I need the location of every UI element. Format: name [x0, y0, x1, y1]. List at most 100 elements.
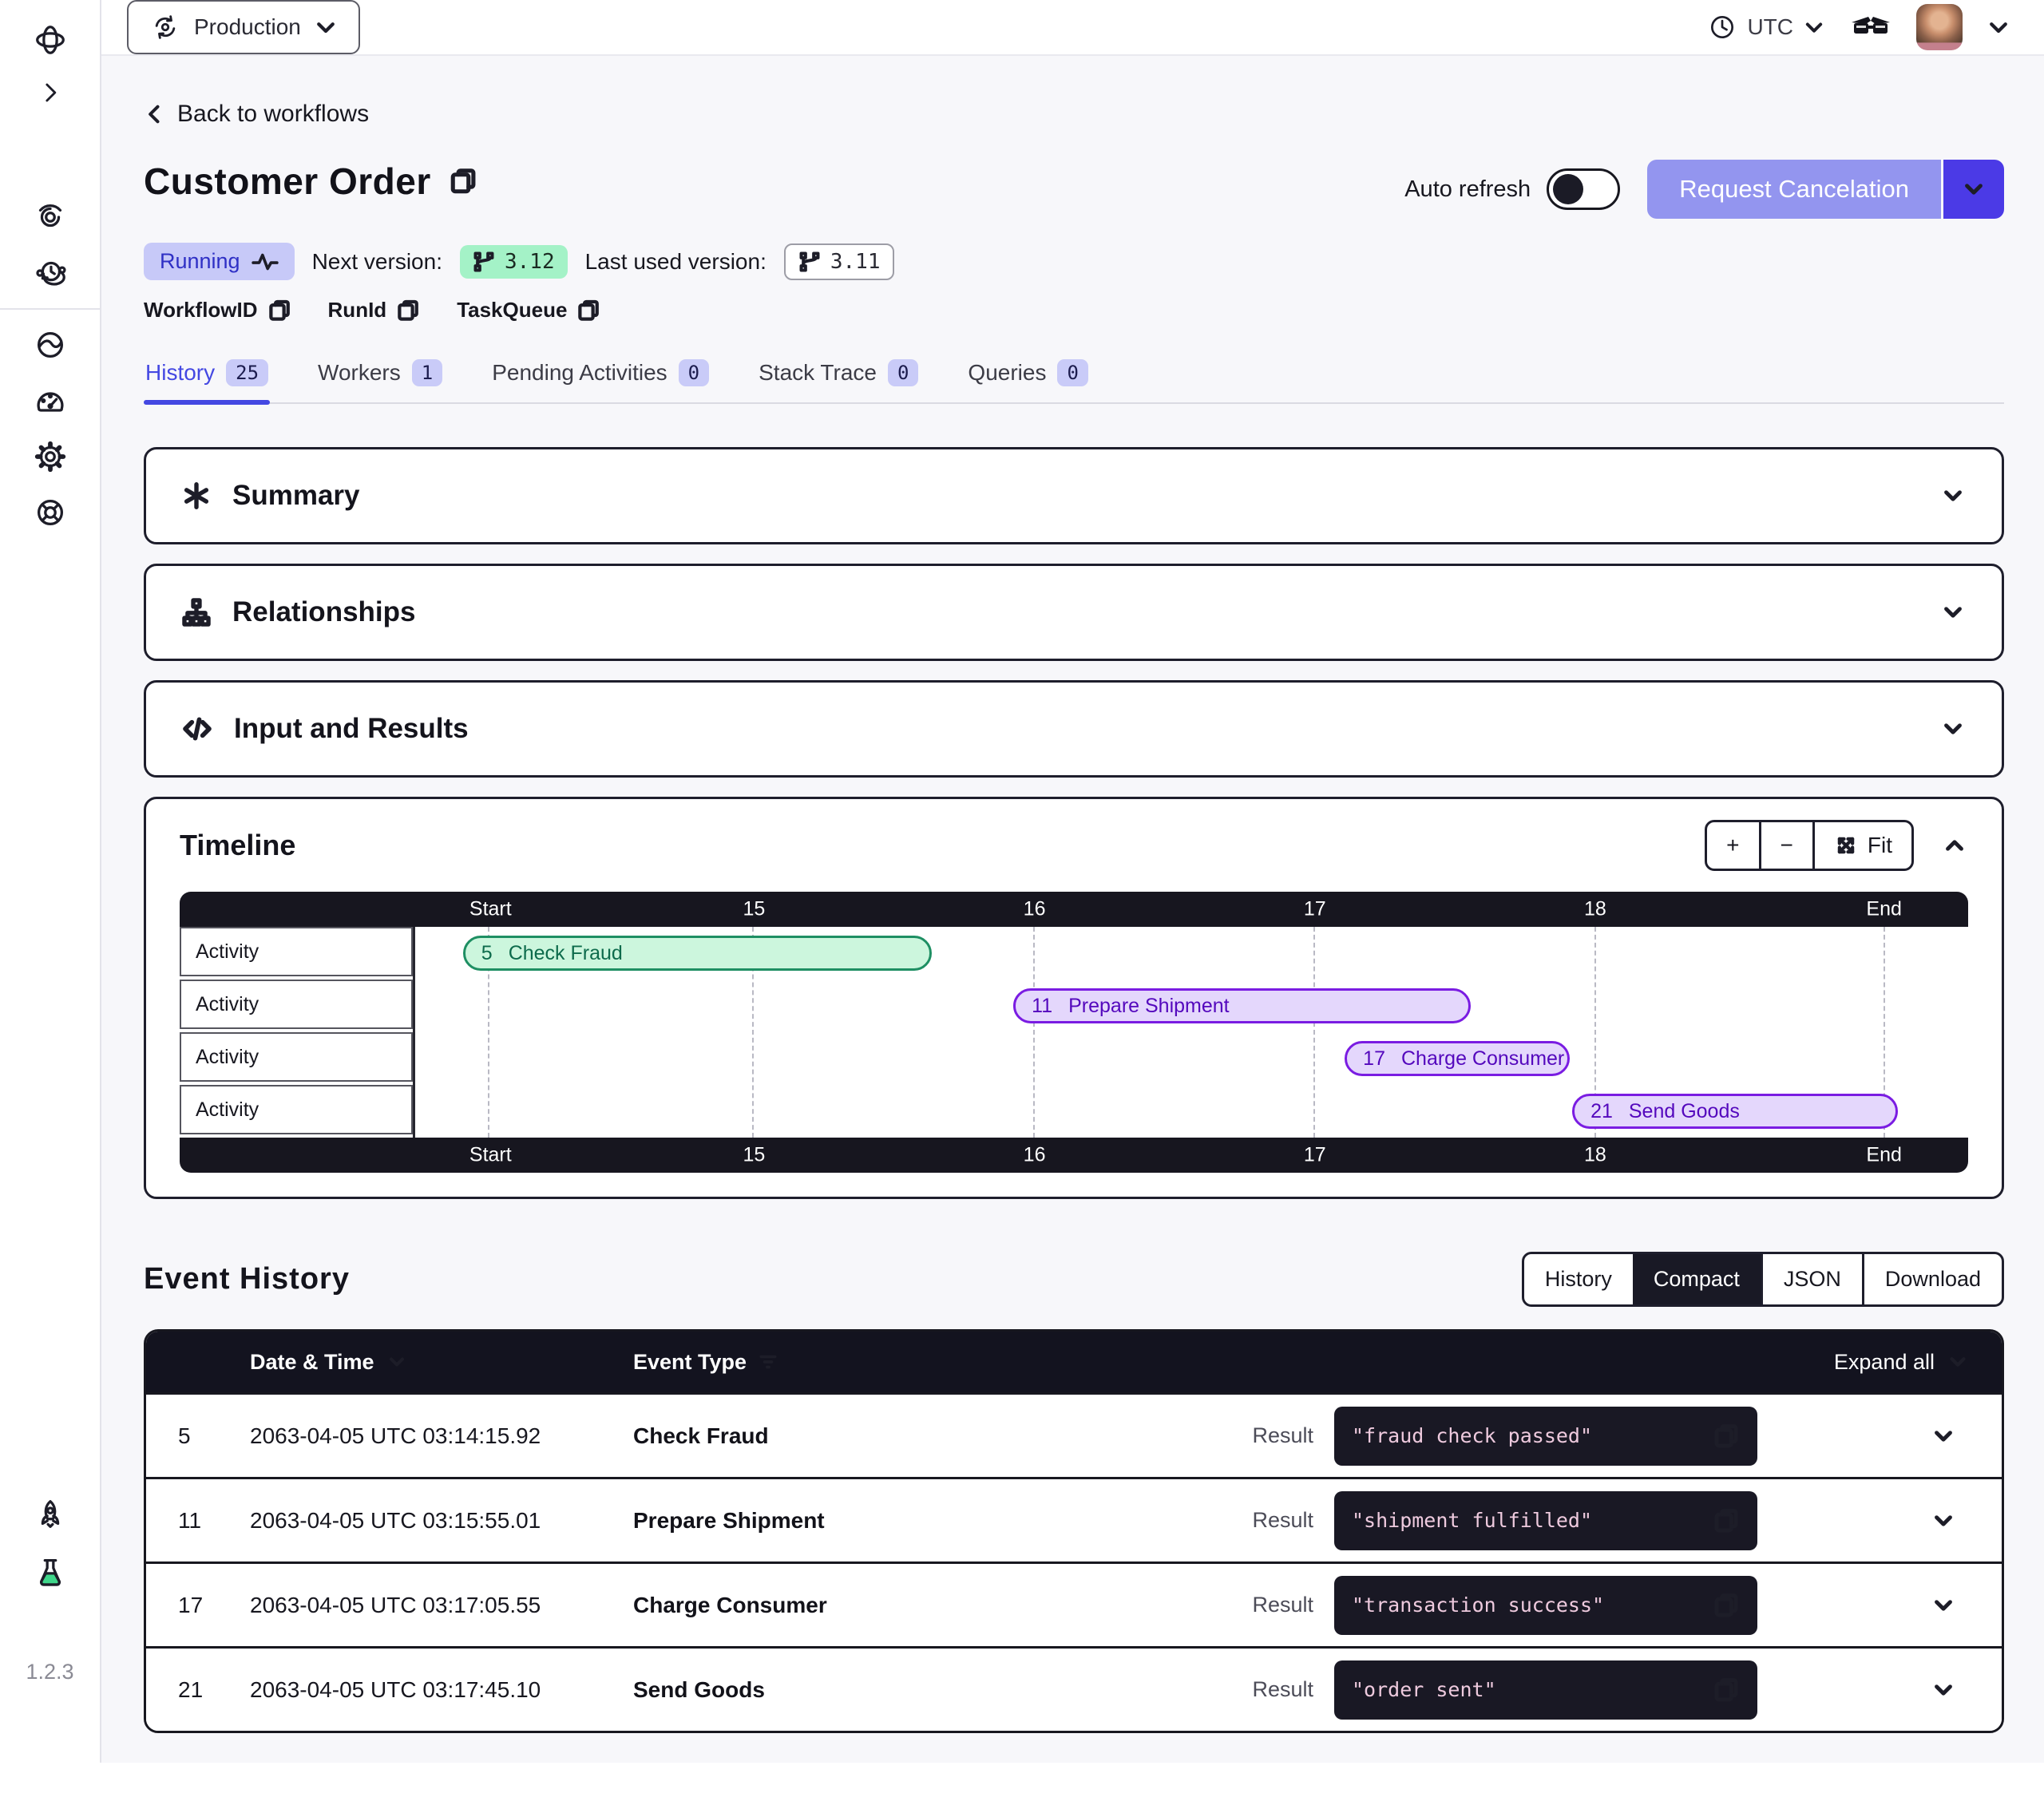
- sidebar: 1.2.3: [0, 0, 101, 1763]
- user-menu-chevron-icon[interactable]: [1987, 15, 2010, 39]
- view-option-json[interactable]: JSON: [1761, 1254, 1862, 1304]
- copy-icon[interactable]: [576, 299, 600, 323]
- panel-summary[interactable]: Summary: [144, 447, 2004, 544]
- request-cancelation-button[interactable]: Request Cancelation: [1647, 160, 1941, 219]
- copy-result-icon[interactable]: [1713, 1676, 1740, 1704]
- sidebar-item-support[interactable]: [31, 493, 69, 532]
- feedback-glasses-icon[interactable]: [1849, 11, 1892, 43]
- tab-workers[interactable]: Workers 1: [316, 356, 444, 402]
- cancelation-menu-button[interactable]: [1943, 160, 2004, 219]
- event-type: Charge Consumer: [633, 1593, 1252, 1618]
- event-result-pill: "transaction success": [1334, 1576, 1757, 1635]
- panel-title: Relationships: [232, 596, 415, 628]
- chevron-down-icon: [1930, 1507, 1957, 1534]
- labs-flask-icon[interactable]: [31, 1553, 69, 1591]
- sidebar-item-workflows[interactable]: [31, 198, 69, 236]
- chevron-down-icon: [314, 15, 338, 39]
- chevron-down-icon[interactable]: [1939, 482, 1967, 509]
- expand-row-button[interactable]: [1757, 1423, 1970, 1450]
- fit-button[interactable]: Fit: [1812, 822, 1911, 869]
- sidebar-item-usage[interactable]: [31, 382, 69, 420]
- date-time-header-label: Date & Time: [250, 1350, 374, 1375]
- event-result-pill: "shipment fulfilled": [1334, 1491, 1757, 1550]
- expand-row-button[interactable]: [1757, 1592, 1970, 1619]
- view-option-download[interactable]: Download: [1862, 1254, 2002, 1304]
- gantt-bar-check-fraud[interactable]: 5Check Fraud: [463, 936, 932, 971]
- whats-new-rocket-icon[interactable]: [31, 1495, 69, 1534]
- tab-label: History: [145, 360, 215, 386]
- timeline-axis-tick: End: [1866, 1144, 1901, 1167]
- panel-icon: [181, 481, 212, 511]
- gantt-bar-label: Charge Consumer: [1401, 1047, 1564, 1071]
- back-to-workflows-link[interactable]: Back to workflows: [144, 101, 369, 128]
- gantt-gridline: [1313, 927, 1315, 1138]
- timeline-axis-tick: 17: [1304, 898, 1326, 921]
- copy-result-icon[interactable]: [1713, 1423, 1740, 1450]
- zoom-out-button[interactable]: −: [1759, 822, 1812, 869]
- expand-sidebar-icon[interactable]: [31, 73, 69, 112]
- expand-all-button[interactable]: Expand all: [1834, 1350, 1970, 1375]
- expand-row-button[interactable]: [1757, 1507, 1970, 1534]
- zoom-in-button[interactable]: +: [1707, 822, 1758, 869]
- workflow-id-button-taskqueue[interactable]: TaskQueue: [457, 298, 600, 323]
- copy-result-icon[interactable]: [1713, 1507, 1740, 1534]
- expand-row-button[interactable]: [1757, 1676, 1970, 1704]
- chevron-down-icon: [1930, 1592, 1957, 1619]
- toggle-knob: [1553, 174, 1583, 204]
- gantt-bar-send-goods[interactable]: 21Send Goods: [1572, 1094, 1898, 1129]
- next-version-badge: 3.12: [460, 245, 568, 279]
- tab-queries[interactable]: Queries 0: [966, 356, 1090, 402]
- panel-input-and-results[interactable]: Input and Results: [144, 680, 2004, 778]
- gantt-row-label: Activity: [180, 1085, 413, 1134]
- collapse-timeline-chevron-icon[interactable]: [1941, 832, 1968, 859]
- chevron-down-icon[interactable]: [1939, 715, 1967, 742]
- tab-label: Queries: [968, 360, 1046, 386]
- panel-relationships[interactable]: Relationships: [144, 564, 2004, 661]
- gantt-row-label: Activity: [180, 1032, 413, 1082]
- copy-icon[interactable]: [396, 299, 420, 323]
- workflow-id-button-workflowid[interactable]: WorkflowID: [144, 298, 291, 323]
- event-timestamp: 2063-04-05 UTC 03:14:15.92: [250, 1423, 633, 1449]
- auto-refresh-toggle[interactable]: [1547, 168, 1620, 210]
- relationships-sitemap-icon: [181, 597, 212, 627]
- event-id: 21: [178, 1677, 250, 1703]
- tab-history[interactable]: History 25: [144, 356, 270, 402]
- event-result-label: Result: [1252, 1508, 1313, 1533]
- gantt-bar-charge-consumer[interactable]: 17Charge Consumer: [1345, 1041, 1569, 1076]
- timezone-selector[interactable]: UTC: [1707, 12, 1825, 42]
- copy-workflow-name-icon[interactable]: [449, 167, 477, 196]
- tab-stack-trace[interactable]: Stack Trace 0: [757, 356, 920, 402]
- topbar: Production UTC: [101, 0, 2044, 56]
- copy-result-icon[interactable]: [1713, 1592, 1740, 1619]
- last-version-label: Last used version:: [585, 249, 766, 275]
- event-history-table: Date & Time Event Type Expand all: [144, 1329, 2004, 1733]
- sidebar-item-schedules[interactable]: [31, 254, 69, 292]
- column-event-type[interactable]: Event Type: [633, 1350, 1834, 1375]
- column-date-time[interactable]: Date & Time: [250, 1350, 633, 1375]
- sidebar-item-settings[interactable]: [31, 437, 69, 476]
- chevron-down-icon[interactable]: [1939, 599, 1967, 626]
- pulse-icon: [252, 251, 279, 272]
- copy-icon[interactable]: [267, 299, 291, 323]
- user-avatar[interactable]: [1916, 4, 1963, 50]
- workflow-page: Back to workflows Customer Order Auto re…: [101, 56, 2044, 1797]
- sidebar-bottom: 1.2.3: [26, 1495, 73, 1684]
- tab-pending-activities[interactable]: Pending Activities 0: [490, 356, 711, 402]
- workflow-id-button-runid[interactable]: RunId: [328, 298, 421, 323]
- tab-bar: History 25 Workers 1 Pending Activities …: [144, 356, 2004, 404]
- event-result-value: "fraud check passed": [1352, 1424, 1592, 1447]
- active-tab-underline: [144, 400, 270, 405]
- namespace-icon: [149, 11, 181, 43]
- back-label: Back to workflows: [177, 101, 369, 128]
- git-branch-icon: [473, 251, 495, 273]
- view-option-history[interactable]: History: [1524, 1254, 1633, 1304]
- next-version-value: 3.12: [505, 250, 555, 274]
- sidebar-item-namespaces[interactable]: [31, 326, 69, 364]
- namespace-selector[interactable]: Production: [127, 0, 360, 54]
- panel-icon: [181, 713, 213, 745]
- event-result-pill: "fraud check passed": [1334, 1407, 1757, 1466]
- view-option-compact[interactable]: Compact: [1633, 1254, 1761, 1304]
- gantt-gridline: [1033, 927, 1035, 1138]
- temporal-logo-icon[interactable]: [31, 21, 69, 59]
- gantt-bar-prepare-shipment[interactable]: 11Prepare Shipment: [1013, 988, 1471, 1023]
